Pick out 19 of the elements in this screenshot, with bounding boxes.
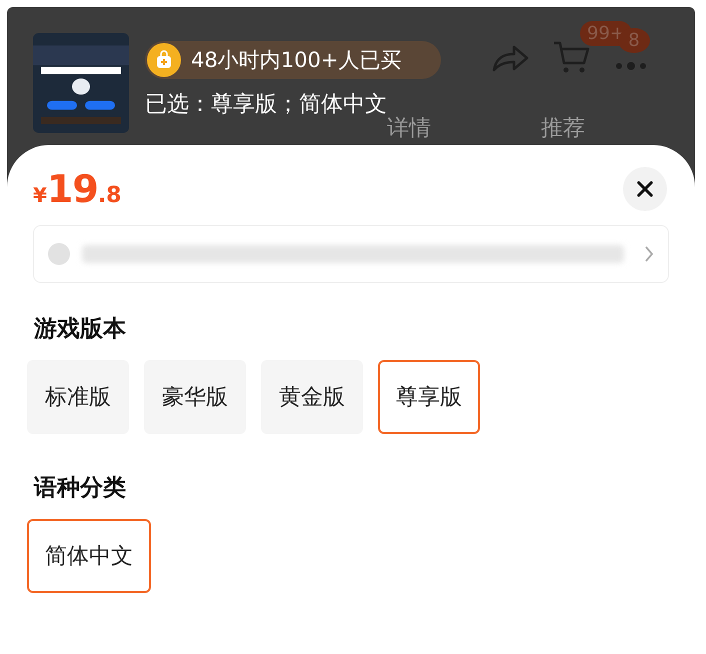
close-icon [636, 180, 654, 198]
option-chip[interactable]: 简体中文 [27, 519, 151, 593]
address-selector[interactable] [33, 225, 669, 283]
option-chip[interactable]: 标准版 [27, 360, 129, 434]
close-button[interactable] [623, 167, 667, 211]
group-title: 语种分类 [34, 474, 127, 503]
more-icon[interactable] [614, 60, 648, 70]
blurred-location-icon [48, 243, 70, 265]
option-chip[interactable]: 黄金版 [261, 360, 363, 434]
bag-icon [147, 43, 181, 77]
buyers-text: 48小时内100+人已买 [191, 47, 402, 74]
price: ¥19.8 [33, 167, 122, 211]
group-title: 游戏版本 [34, 315, 127, 344]
tab[interactable]: 详情 [387, 113, 431, 143]
option-chip[interactable]: 尊享版 [378, 360, 480, 434]
tab[interactable]: 推荐 [541, 113, 585, 143]
selection-text: 已选：尊享版；简体中文 [145, 91, 387, 119]
option-chip[interactable]: 豪华版 [144, 360, 246, 434]
chevron-right-icon [644, 245, 654, 263]
